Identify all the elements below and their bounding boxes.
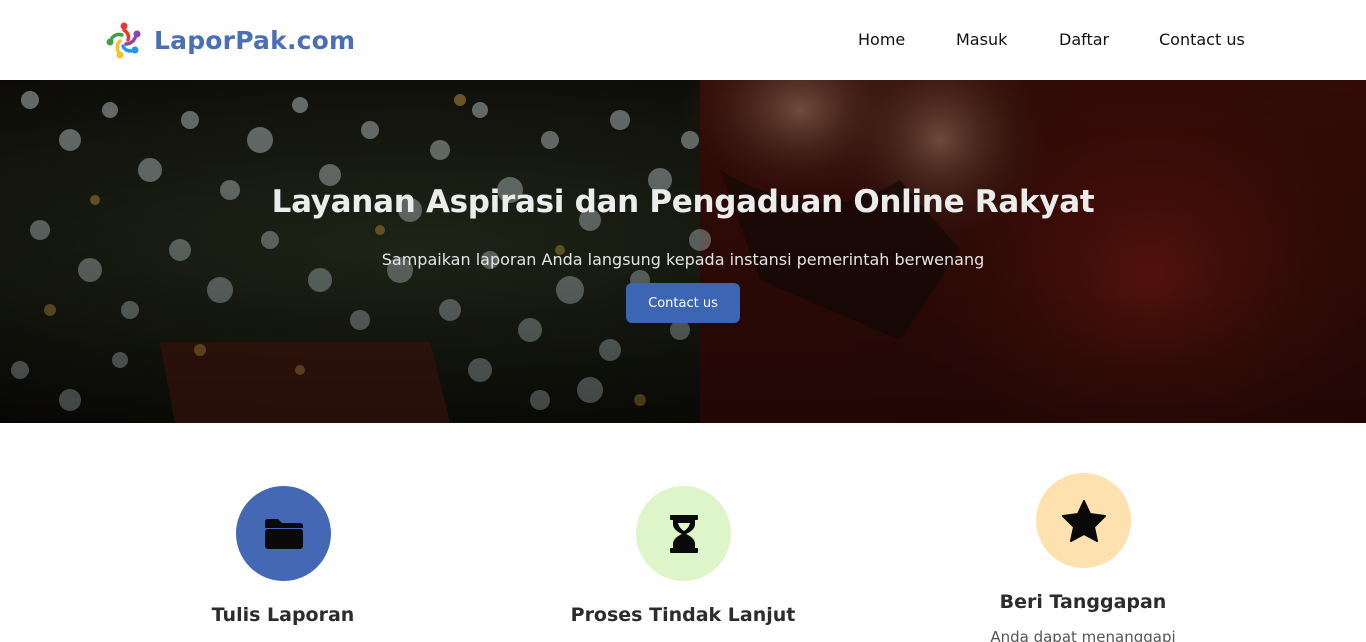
navbar: LaporPak.com Home Masuk Daftar Contact u…: [0, 0, 1366, 80]
star-icon: [1061, 499, 1106, 542]
feature-icon-circle: [636, 486, 731, 581]
folder-icon: [264, 518, 303, 549]
feature-title: Tulis Laporan: [211, 604, 355, 626]
hourglass-icon: [669, 514, 698, 553]
nav-home-link[interactable]: Home: [858, 30, 905, 49]
nav-login-link[interactable]: Masuk: [956, 30, 1007, 49]
hero-banner: Layanan Aspirasi dan Pengaduan Online Ra…: [0, 80, 1366, 423]
feature-title: Proses Tindak Lanjut: [570, 604, 796, 626]
main-nav: Home Masuk Daftar Contact us: [0, 30, 1366, 52]
nav-contact-link[interactable]: Contact us: [1159, 30, 1245, 49]
hero-subtitle: Sampaikan laporan Anda langsung kepada i…: [381, 250, 985, 269]
feature-title: Beri Tanggapan: [999, 591, 1167, 613]
feature-icon-circle: [1036, 473, 1131, 568]
feature-icon-circle: [236, 486, 331, 581]
hero-title: Layanan Aspirasi dan Pengaduan Online Ra…: [271, 184, 1095, 220]
hero-contact-button[interactable]: Contact us: [626, 283, 740, 323]
nav-register-link[interactable]: Daftar: [1059, 30, 1109, 49]
feature-description: Anda dapat menanggapi: [990, 628, 1176, 642]
